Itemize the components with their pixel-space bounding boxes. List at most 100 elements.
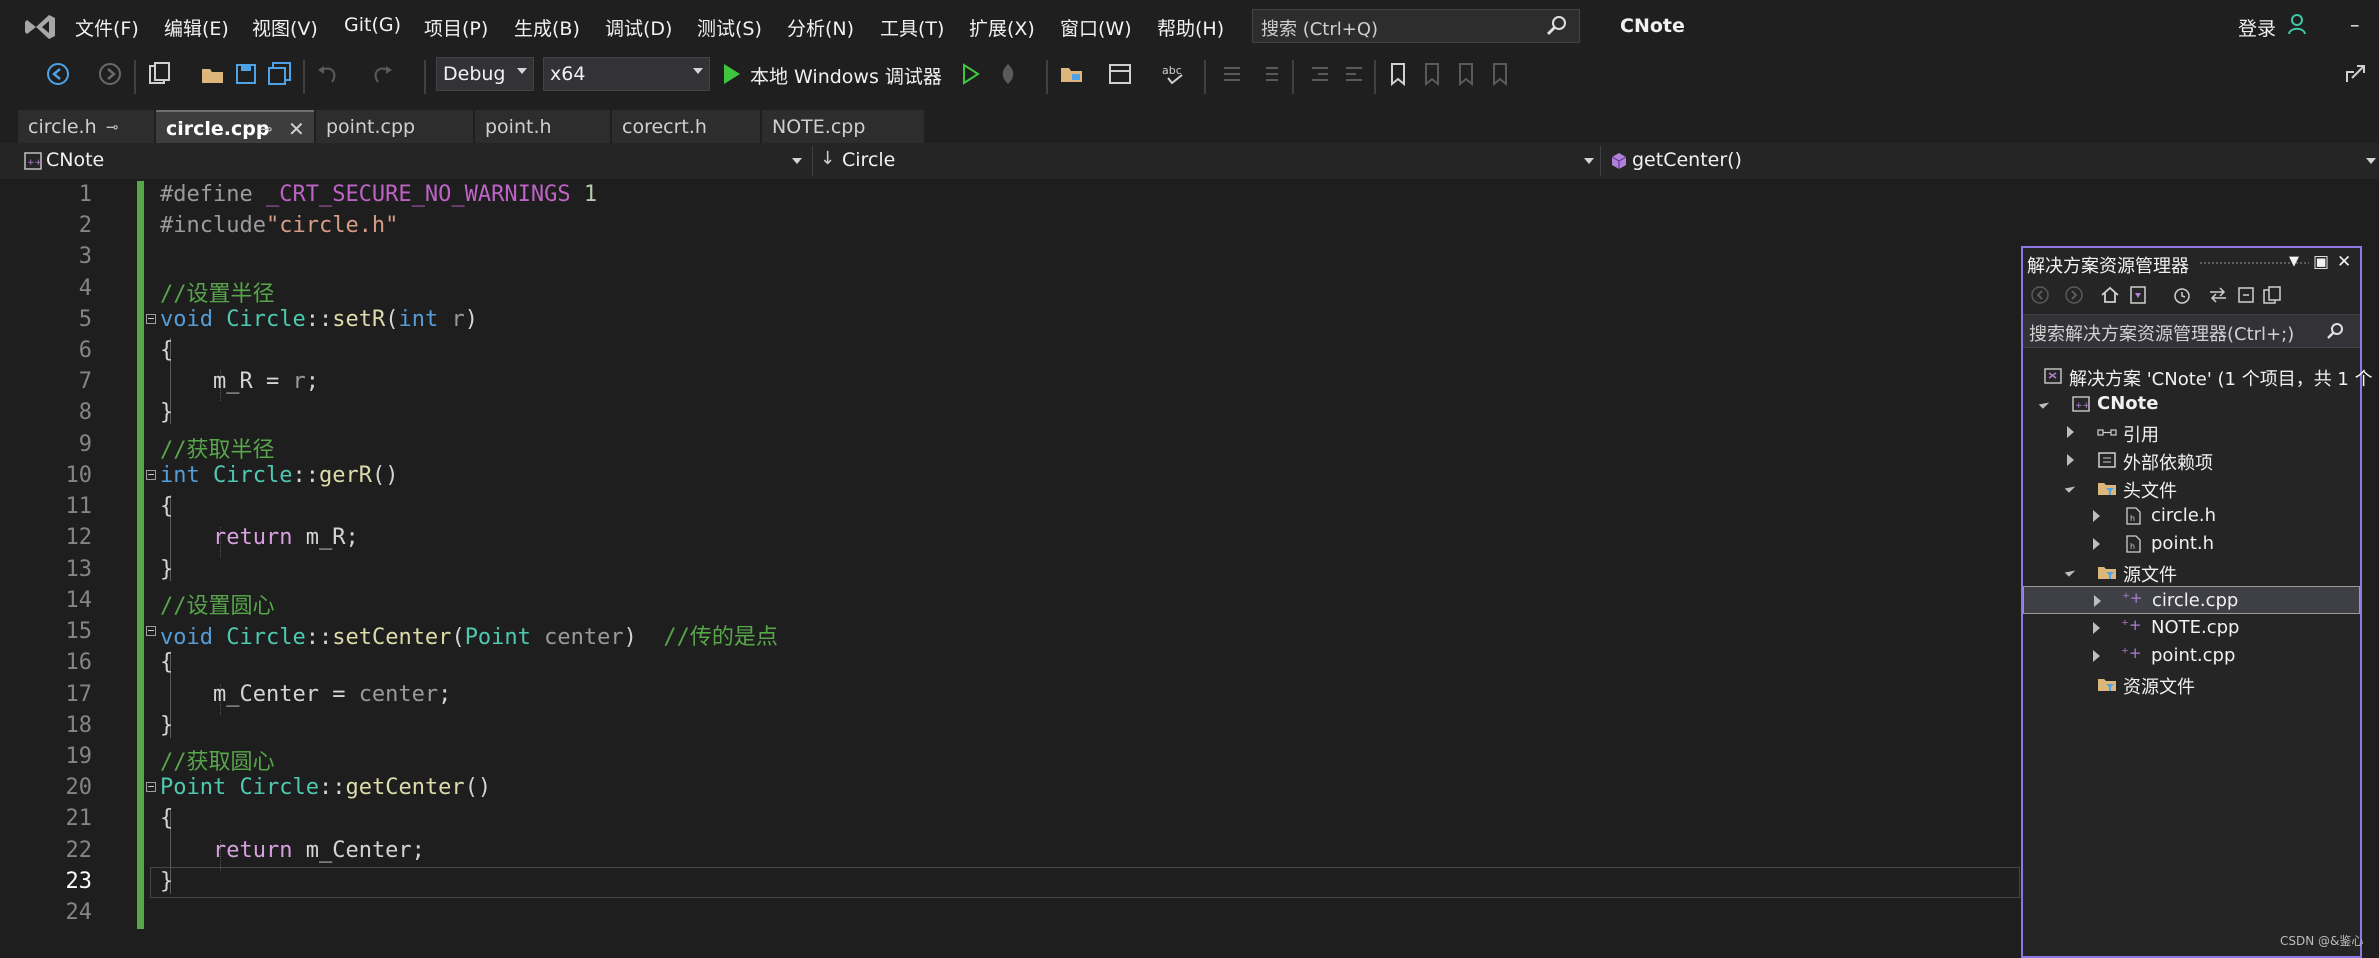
expand-arrow-icon[interactable] [2093,538,2100,550]
close-icon[interactable]: ✕ [2337,252,2351,272]
forward-nav-icon[interactable] [2063,284,2085,306]
open-folder-icon[interactable] [199,60,227,88]
sync-icon[interactable] [2207,284,2229,306]
tab-circle-h[interactable]: circle.h ⊸ [18,110,154,143]
menu-edit[interactable]: 编辑(E) [164,14,229,41]
pin-icon[interactable]: ⊸ [260,120,273,138]
code-line[interactable]: 5 void Circle::setR(int r) [0,305,2020,336]
redo-icon[interactable] [368,60,396,88]
tree-solution-node[interactable]: 解决方案 'CNote' (1 个项目，共 1 个 [2023,362,2373,390]
member-dropdown[interactable]: getCenter() [1606,146,2376,176]
chevron-down-icon[interactable]: ▼ [2289,254,2299,269]
code-line[interactable]: 12 return m_R; [0,523,2020,554]
code-line[interactable]: 20 Point Circle::getCenter() [0,773,2020,804]
collapse-icon[interactable] [146,314,156,324]
code-line[interactable]: 4 //设置半径 [0,274,2020,307]
switch-views-icon[interactable] [2127,284,2149,306]
code-line[interactable]: 9 //获取半径 [0,430,2020,463]
global-search-input[interactable]: 搜索 (Ctrl+Q) [1252,9,1580,43]
code-line[interactable]: 21 { [0,804,2020,835]
scope-dropdown[interactable]: ↓ Circle [816,146,1596,176]
tab-circle-cpp[interactable]: circle.cpp ⊸ ✕ [156,110,314,143]
indent-icon[interactable] [1340,60,1368,88]
tree-item-source-files[interactable]: 源文件 [2023,558,2360,586]
platform-select[interactable]: x64 [543,57,710,91]
save-all-icon[interactable] [266,60,294,88]
tab-point-cpp[interactable]: point.cpp [316,110,473,143]
comment-out-icon[interactable] [1218,60,1246,88]
configuration-select[interactable]: Debug [436,57,534,91]
code-line[interactable]: 8 } [0,398,2020,429]
layout-icon[interactable] [1106,60,1134,88]
pending-changes-icon[interactable] [2171,284,2193,306]
code-line[interactable]: 19 //获取圆心 [0,742,2020,775]
project-dropdown[interactable]: ++ CNote [20,146,810,176]
pin-icon[interactable]: ⊸ [106,118,119,136]
code-line[interactable]: 10 int Circle::gerR() [0,461,2020,492]
code-line[interactable]: 6 { [0,336,2020,367]
code-line[interactable]: 7 m_R = r; [0,367,2020,398]
start-without-debugging-icon[interactable] [956,60,984,88]
collapse-arrow-icon[interactable] [2038,398,2050,409]
previous-bookmark-icon[interactable] [1418,60,1446,88]
code-line[interactable]: 16 { [0,648,2020,679]
maximize-icon[interactable]: ▣ [2313,252,2329,272]
menu-build[interactable]: 生成(B) [514,14,580,41]
expand-arrow-icon[interactable] [2067,454,2074,466]
tree-item-point-h[interactable]: h point.h [2023,530,2360,558]
code-line[interactable]: 18 } [0,711,2020,742]
tree-item-references[interactable]: 引用 [2023,418,2360,446]
expand-arrow-icon[interactable] [2067,426,2074,438]
forward-nav-icon[interactable] [96,60,124,88]
tree-item-note-cpp[interactable]: ⁺+ NOTE.cpp [2023,614,2360,642]
uncomment-icon[interactable] [1256,60,1284,88]
code-line[interactable]: 14 //设置圆心 [0,586,2020,619]
tree-item-resource-files[interactable]: 资源文件 [2023,670,2360,698]
show-all-files-icon[interactable] [2261,284,2283,306]
menu-git[interactable]: Git(G) [344,14,401,36]
collapse-icon[interactable] [146,470,156,480]
minimize-button[interactable]: – [2350,14,2360,36]
tab-note-cpp[interactable]: NOTE.cpp [762,110,924,143]
expand-arrow-icon[interactable] [2094,595,2101,607]
hot-reload-icon[interactable] [994,60,1022,88]
tree-project-node[interactable]: ++ CNote [2023,390,2360,418]
expand-arrow-icon[interactable] [2093,622,2100,634]
collapse-all-icon[interactable] [2235,284,2257,306]
menu-view[interactable]: 视图(V) [252,14,318,41]
login-link[interactable]: 登录 [2238,14,2276,41]
code-line[interactable]: 1 #define _CRT_SECURE_NO_WARNINGS 1 [0,180,2020,211]
code-line[interactable]: 15 void Circle::setCenter(Point center) … [0,617,2020,650]
menu-debug[interactable]: 调试(D) [605,14,672,41]
menu-analyze[interactable]: 分析(N) [787,14,854,41]
spell-check-icon[interactable]: abc [1160,60,1188,88]
expand-arrow-icon[interactable] [2093,510,2100,522]
outdent-icon[interactable] [1306,60,1334,88]
code-line[interactable]: 22 return m_Center; [0,836,2020,867]
back-nav-icon[interactable] [44,60,72,88]
menu-tools[interactable]: 工具(T) [880,14,944,41]
collapse-icon[interactable] [146,626,156,636]
new-project-icon[interactable] [146,60,174,88]
menu-file[interactable]: 文件(F) [75,14,139,41]
collapse-arrow-icon[interactable] [2064,482,2076,493]
back-nav-icon[interactable] [2029,284,2051,306]
expand-arrow-icon[interactable] [2093,650,2100,662]
tab-corecrt-h[interactable]: corecrt.h [612,110,760,143]
menu-extensions[interactable]: 扩展(X) [969,14,1035,41]
menu-help[interactable]: 帮助(H) [1157,14,1224,41]
code-line[interactable]: 17 m_Center = center; [0,680,2020,711]
collapse-icon[interactable] [146,782,156,792]
undo-icon[interactable] [314,60,342,88]
menu-test[interactable]: 测试(S) [697,14,762,41]
menu-project[interactable]: 项目(P) [424,14,488,41]
tab-point-h[interactable]: point.h [475,110,610,143]
next-bookmark-icon[interactable] [1452,60,1480,88]
bookmark-icon[interactable] [1384,60,1412,88]
solution-folder-icon[interactable] [1058,60,1086,88]
collapse-arrow-icon[interactable] [2064,566,2076,577]
clear-bookmarks-icon[interactable] [1486,60,1514,88]
code-line[interactable]: 13 } [0,555,2020,586]
code-line[interactable]: 3 [0,242,2020,273]
tree-item-circle-cpp[interactable]: ⁺+ circle.cpp [2023,586,2360,614]
